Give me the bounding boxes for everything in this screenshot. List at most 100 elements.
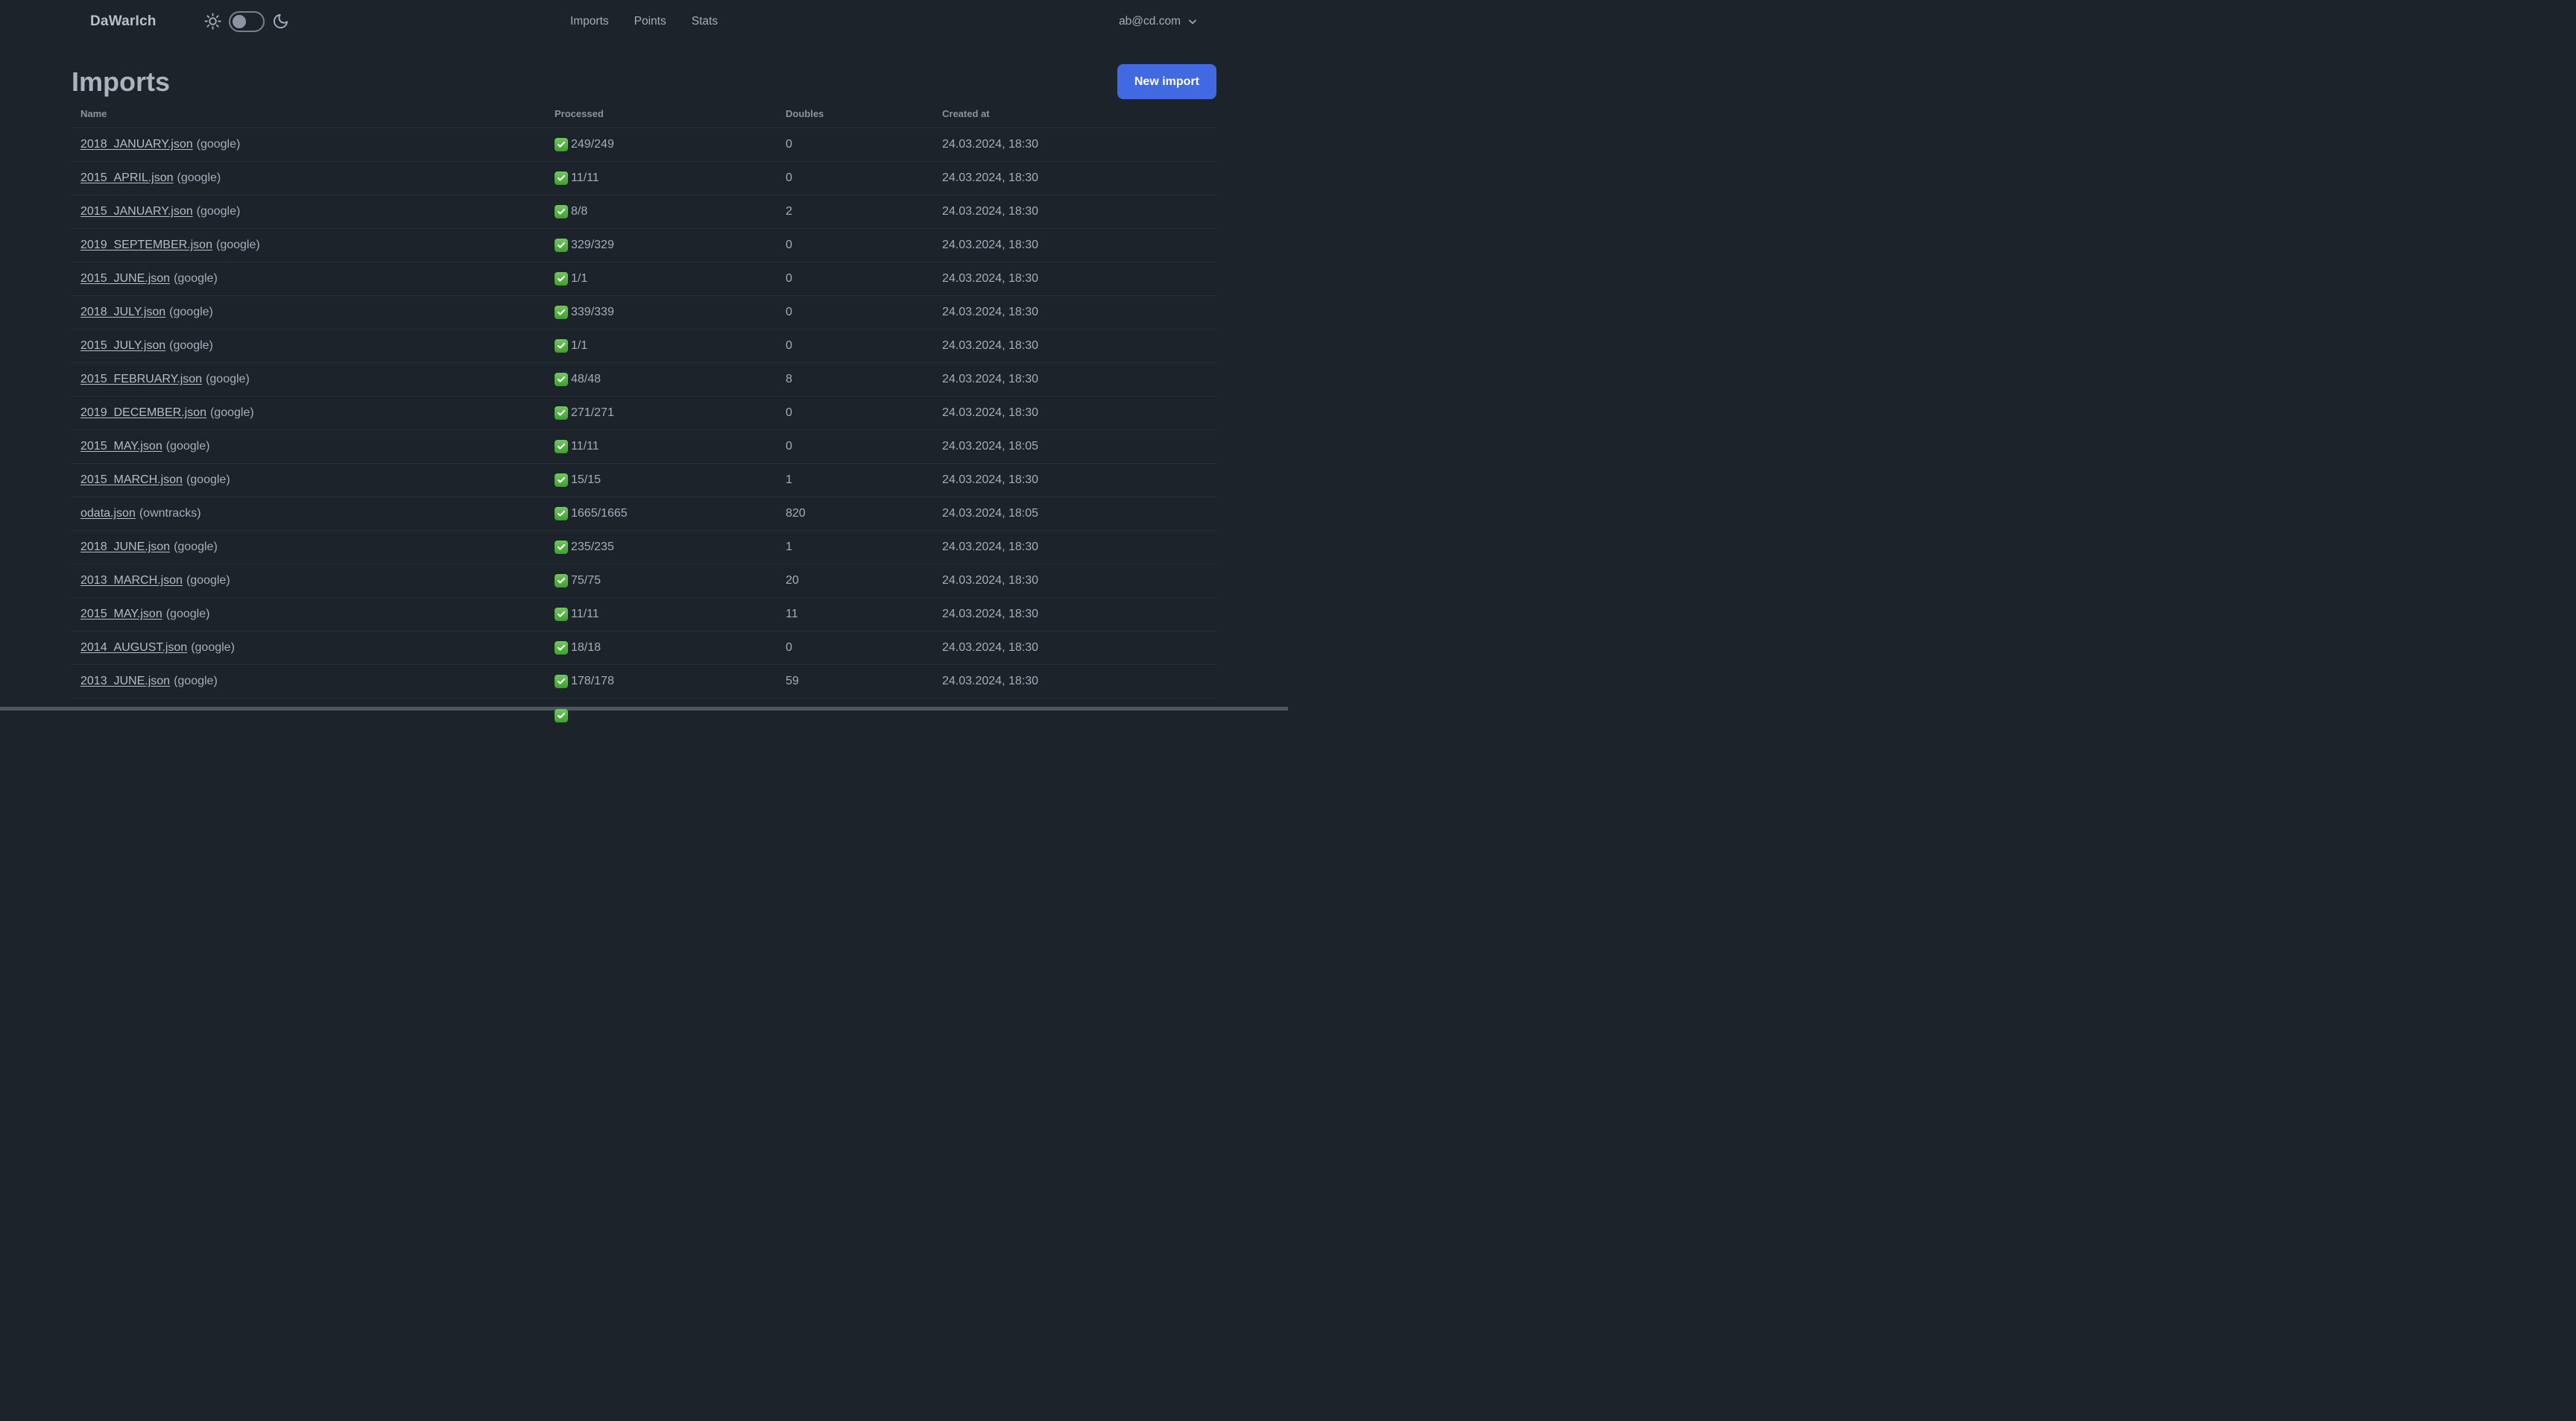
import-file-link[interactable]: 2018_JANUARY.json: [80, 138, 193, 151]
processed-count: 18/18: [571, 641, 602, 654]
import-file-link[interactable]: 2015_MARCH.json: [80, 473, 183, 486]
processed-cell: 11/11: [546, 171, 777, 185]
import-file-link[interactable]: 2014_AUGUST.json: [80, 641, 187, 654]
imports-page: Imports New import Name Processed Double…: [72, 64, 1216, 732]
import-source-label: (google): [174, 541, 218, 553]
doubles-cell: 0: [786, 440, 792, 453]
import-name-cell: 2013_JUNE.json (google): [72, 675, 546, 688]
processed-cell: 11/11: [546, 440, 777, 453]
new-import-button[interactable]: New import: [1117, 64, 1216, 99]
import-source-label: (google): [215, 239, 260, 251]
column-header-created-at: Created at: [942, 107, 990, 119]
processed-cell: 249/249: [546, 138, 777, 151]
app-logo[interactable]: DaWarIch: [90, 13, 157, 30]
table-row: 2015_MARCH.json (google) 15/15 1 24.03.2024,…: [72, 464, 1216, 497]
success-check-icon: [555, 239, 568, 252]
table-row: 2018_JULY.json (google) 339/339 0 24.03.2024…: [72, 296, 1216, 330]
processed-count: 271/271: [571, 406, 614, 419]
import-file-link[interactable]: 2015_MAY.json: [80, 440, 162, 453]
processed-count: 329/329: [571, 239, 614, 251]
processed-count: 178/178: [571, 675, 614, 687]
import-file-link[interactable]: 2015_FEBRUARY.json: [80, 373, 202, 385]
doubles-cell: 0: [786, 306, 792, 318]
import-name-cell: 2015_JULY.json (google): [72, 339, 546, 353]
nav-item-points[interactable]: Points: [634, 15, 666, 28]
processed-count: 11/11: [571, 171, 599, 184]
table-row-partial: [72, 699, 1216, 732]
nav-item-imports[interactable]: Imports: [570, 15, 609, 28]
import-file-link[interactable]: 2013_JUNE.json: [80, 675, 170, 687]
theme-switcher: [204, 10, 289, 32]
theme-toggle[interactable]: [228, 10, 265, 32]
created-at-cell: 24.03.2024, 18:30: [942, 675, 1039, 687]
doubles-cell: 11: [786, 608, 798, 620]
processed-cell: 339/339: [546, 306, 777, 319]
import-source-label: (google): [206, 373, 250, 385]
table-body: 2018_JANUARY.json (google) 249/249 0 24.03.2…: [72, 128, 1216, 732]
import-name-cell: 2018_JULY.json (google): [72, 306, 546, 319]
import-file-link[interactable]: 2018_JUNE.json: [80, 541, 170, 553]
import-name-cell: 2018_JANUARY.json (google): [72, 138, 546, 151]
success-check-icon: [555, 171, 568, 185]
import-name-cell: 2015_APRIL.json (google): [72, 171, 546, 185]
import-source-label: (google): [186, 574, 230, 587]
success-check-icon: [555, 440, 568, 453]
import-file-link[interactable]: 2018_JULY.json: [80, 306, 165, 318]
import-file-link[interactable]: 2015_MAY.json: [80, 608, 162, 620]
processed-cell: 178/178: [546, 675, 777, 688]
processed-count: 1/1: [571, 339, 588, 352]
created-at-cell: 24.03.2024, 18:30: [942, 473, 1039, 486]
navbar: DaWarIch Imports Points Stats ab@cd.com: [0, 0, 1288, 42]
import-source-label: (google): [186, 473, 230, 486]
success-check-icon: [555, 306, 568, 319]
success-check-icon: [555, 541, 568, 554]
import-name-cell: 2019_SEPTEMBER.json (google): [72, 239, 546, 252]
table-row: 2015_JUNE.json (google) 1/1 0 24.03.2024, 18…: [72, 262, 1216, 296]
doubles-cell: 1: [786, 473, 792, 486]
import-name-cell: 2015_JUNE.json (google): [72, 272, 546, 286]
processed-count: 8/8: [571, 205, 588, 218]
import-name-cell: 2015_JANUARY.json (google): [72, 205, 546, 218]
doubles-cell: 820: [786, 507, 806, 520]
success-check-icon: [555, 272, 568, 286]
created-at-cell: 24.03.2024, 18:30: [942, 339, 1039, 352]
import-source-label: (google): [177, 171, 221, 184]
doubles-cell: 0: [786, 406, 792, 419]
table-row: 2013_JUNE.json (google) 178/178 59 24.03.202…: [72, 665, 1216, 699]
theme-toggle-knob: [232, 14, 246, 28]
import-file-link[interactable]: 2019_SEPTEMBER.json: [80, 239, 212, 251]
table-row: 2018_JANUARY.json (google) 249/249 0 24.03.2…: [72, 128, 1216, 162]
import-file-link[interactable]: odata.json: [80, 507, 136, 520]
import-name-cell: 2014_AUGUST.json (google): [72, 641, 546, 655]
processed-cell: 15/15: [546, 473, 777, 487]
created-at-cell: 24.03.2024, 18:30: [942, 373, 1039, 385]
created-at-cell: 24.03.2024, 18:30: [942, 608, 1039, 620]
nav-item-stats[interactable]: Stats: [692, 15, 718, 28]
processed-cell: 1/1: [546, 339, 777, 353]
sun-icon: [204, 13, 221, 30]
created-at-cell: 24.03.2024, 18:30: [942, 641, 1039, 654]
success-check-icon: [555, 641, 568, 655]
created-at-cell: 24.03.2024, 18:05: [942, 440, 1039, 453]
import-file-link[interactable]: 2015_JULY.json: [80, 339, 165, 352]
import-file-link[interactable]: 2015_APRIL.json: [80, 171, 174, 184]
import-source-label: (google): [209, 406, 254, 419]
processed-cell: 235/235: [546, 541, 777, 554]
processed-cell: 8/8: [546, 205, 777, 218]
main-nav: Imports Points Stats: [570, 0, 718, 42]
doubles-cell: 0: [786, 171, 792, 184]
column-header-processed: Processed: [555, 107, 604, 119]
import-file-link[interactable]: 2015_JUNE.json: [80, 272, 170, 285]
processed-cell: [546, 708, 777, 722]
import-file-link[interactable]: 2013_MARCH.json: [80, 574, 183, 587]
moon-icon: [272, 13, 289, 30]
import-file-link[interactable]: 2019_DECEMBER.json: [80, 406, 206, 419]
processed-cell: 75/75: [546, 574, 777, 587]
doubles-cell: 1: [786, 541, 792, 553]
import-file-link[interactable]: 2015_JANUARY.json: [80, 205, 193, 218]
created-at-cell: 24.03.2024, 18:30: [942, 205, 1039, 218]
doubles-cell: 0: [786, 641, 792, 654]
account-menu[interactable]: ab@cd.com: [1119, 15, 1198, 28]
import-source-label: (google): [174, 272, 218, 285]
success-check-icon: [555, 675, 568, 688]
